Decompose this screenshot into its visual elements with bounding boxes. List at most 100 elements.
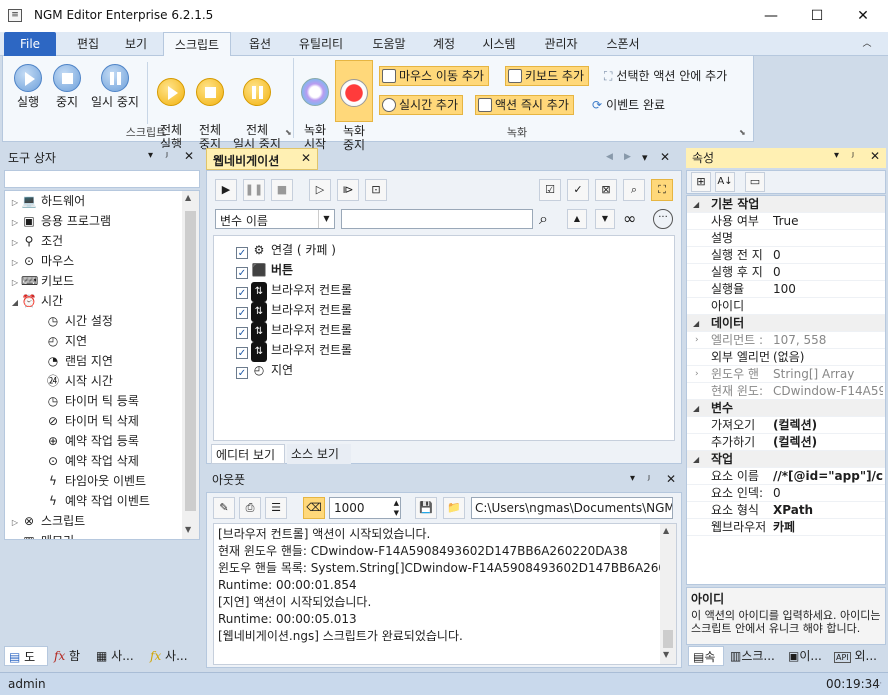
expand-open-icon[interactable]: ◢ bbox=[693, 451, 699, 468]
property-category[interactable]: ◢ 변수 bbox=[687, 400, 885, 417]
menu-account[interactable]: 계정 bbox=[424, 32, 464, 56]
action-row[interactable]: ✓ ⚙ 연결 ( 카페 ) bbox=[236, 240, 674, 260]
close-panel-icon[interactable]: ✕ bbox=[870, 149, 880, 163]
property-row[interactable]: 요소 이름 //*[@id="app"]/c bbox=[687, 468, 885, 485]
property-value[interactable]: 100 bbox=[773, 281, 883, 298]
tab-image[interactable]: ▣이... bbox=[784, 646, 828, 666]
action-checkbox[interactable]: ✓ bbox=[236, 327, 248, 339]
expand-closed-icon[interactable]: ▷ bbox=[9, 513, 21, 533]
property-row[interactable]: 외부 엘리먼 (없음) bbox=[687, 349, 885, 366]
immediate-add-button[interactable]: 액션 즉시 추가 bbox=[475, 95, 574, 115]
tab-source-view[interactable]: 소스 보기 bbox=[287, 444, 351, 464]
property-row[interactable]: 요소 형식 XPath bbox=[687, 502, 885, 519]
record-stop-button[interactable]: 녹화 중지 bbox=[335, 60, 373, 152]
menu-script[interactable]: 스크립트 bbox=[163, 32, 231, 57]
property-row[interactable]: 실행 전 지 0 bbox=[687, 247, 885, 264]
property-pages-icon[interactable]: ▭ bbox=[745, 172, 765, 192]
property-row[interactable]: 실행율 100 bbox=[687, 281, 885, 298]
pin-icon[interactable]: ᴶ bbox=[166, 150, 168, 163]
pause-button[interactable]: 일시 중지 bbox=[87, 64, 143, 109]
toolbox-item[interactable]: ▷ ▣ 응용 프로그램 bbox=[5, 211, 199, 231]
action-checkbox[interactable]: ✓ bbox=[236, 247, 248, 259]
pin-icon[interactable]: ᴶ bbox=[648, 473, 650, 486]
stop-script-button[interactable]: ■ bbox=[271, 179, 293, 201]
expand-closed-icon[interactable]: ▷ bbox=[9, 533, 21, 539]
toolbox-item[interactable]: ▷ ⊗ 스크립트 bbox=[5, 511, 199, 531]
output-limit-stepper[interactable]: 1000 ▲ ▼ bbox=[329, 497, 401, 519]
sort-az-icon[interactable]: A↓ bbox=[715, 172, 735, 192]
expand-closed-icon[interactable]: ▷ bbox=[9, 253, 21, 273]
scroll-down-icon[interactable]: ▼ bbox=[663, 650, 669, 659]
action-row[interactable]: ✓ ⇅ 브라우저 컨트롤 bbox=[236, 320, 674, 342]
more-icon[interactable]: ··· bbox=[653, 209, 673, 229]
dropdown-arrow-icon[interactable]: ▾ bbox=[834, 150, 839, 161]
property-value[interactable]: String[] Array bbox=[773, 366, 883, 383]
scroll-up-icon[interactable]: ▲ bbox=[185, 193, 191, 202]
move-up-button[interactable]: ▲ bbox=[567, 209, 587, 229]
tab-external[interactable]: API 외... bbox=[830, 646, 886, 666]
clear-output-button[interactable]: ✎ bbox=[213, 497, 235, 519]
dialog-launcher-icon[interactable]: ⬊ bbox=[285, 128, 292, 137]
tree-view-button[interactable]: ⛶ bbox=[651, 179, 673, 201]
toolbox-item[interactable]: ◴ 지연 bbox=[5, 331, 199, 351]
event-done-button[interactable]: ⟳ 이벤트 완료 bbox=[589, 95, 670, 115]
property-value[interactable]: XPath bbox=[773, 502, 883, 519]
toolbox-item[interactable]: ▷▦ 메모리 bbox=[5, 531, 199, 539]
close-panel-icon[interactable]: ✕ bbox=[666, 472, 676, 486]
menu-admin[interactable]: 관리자 bbox=[534, 32, 588, 56]
save-button[interactable]: 💾 bbox=[415, 497, 437, 519]
categorized-icon[interactable]: ⊞ bbox=[691, 172, 711, 192]
toolbox-scrollbar[interactable]: ▲ ▼ bbox=[182, 191, 199, 539]
doc-list-icon[interactable]: ▾ bbox=[642, 151, 648, 164]
toolbox-item[interactable]: ⊙ 예약 작업 삭제 bbox=[5, 451, 199, 471]
menu-help[interactable]: 도움말 bbox=[362, 32, 416, 56]
expand-closed-icon[interactable]: › bbox=[695, 332, 699, 349]
property-row[interactable]: 요소 인덱: 0 bbox=[687, 485, 885, 502]
close-button[interactable]: ✕ bbox=[840, 0, 886, 32]
tab-user-function[interactable]: fx 사... bbox=[146, 646, 200, 666]
search-button[interactable]: ⌕ bbox=[623, 179, 645, 201]
action-row[interactable]: ✓ ⇅ 브라우저 컨트롤 bbox=[236, 280, 674, 302]
expand-open-icon[interactable]: ◢ bbox=[693, 196, 699, 213]
tab-user[interactable]: ▦ 사... bbox=[92, 646, 144, 666]
expand-closed-icon[interactable]: ▷ bbox=[9, 213, 21, 233]
toolbox-item[interactable]: ▷ ⚲ 조건 bbox=[5, 231, 199, 251]
maximize-button[interactable]: ☐ bbox=[794, 0, 840, 32]
step-over-button[interactable]: ⊡ bbox=[365, 179, 387, 201]
action-row[interactable]: ✓ ⇅ 브라우저 컨트롤 bbox=[236, 300, 674, 322]
folder-button[interactable]: 📁 bbox=[443, 497, 465, 519]
property-value[interactable]: 0 bbox=[773, 264, 883, 281]
variable-value-input[interactable] bbox=[341, 209, 533, 229]
scroll-tabs-right-icon[interactable]: ▶ bbox=[624, 152, 631, 162]
property-value[interactable]: 107, 558 bbox=[773, 332, 883, 349]
action-checkbox[interactable]: ✓ bbox=[236, 347, 248, 359]
output-path-input[interactable]: C:\Users\ngmas\Documents\NGM6\ bbox=[471, 497, 673, 519]
output-file-button[interactable]: ⎙ bbox=[239, 497, 261, 519]
pause-script-button[interactable]: ❚❚ bbox=[243, 179, 265, 201]
toolbox-item[interactable]: ▷ 💻 하드웨어 bbox=[5, 191, 199, 211]
check-all-button[interactable]: ☑ bbox=[539, 179, 561, 201]
eraser-button[interactable]: ⌫ bbox=[303, 497, 325, 519]
property-row[interactable]: 웹브라우저 카페 bbox=[687, 519, 885, 536]
toolbox-item[interactable]: ◷ 시간 설정 bbox=[5, 311, 199, 331]
step-button[interactable]: ▷ bbox=[309, 179, 331, 201]
realtime-add-button[interactable]: 실시간 추가 bbox=[379, 95, 464, 115]
ribbon-collapse-icon[interactable]: ︿ bbox=[860, 37, 874, 51]
property-row[interactable]: 사용 여부 True bbox=[687, 213, 885, 230]
keyboard-add-button[interactable]: 키보드 추가 bbox=[505, 66, 590, 86]
delete-button[interactable]: ⊠ bbox=[595, 179, 617, 201]
infinity-icon[interactable]: ∞ bbox=[623, 209, 636, 228]
action-row[interactable]: ✓ ⬛ 버튼 bbox=[236, 260, 674, 280]
move-down-button[interactable]: ▼ bbox=[595, 209, 615, 229]
stepper-up-icon[interactable]: ▲ bbox=[394, 498, 399, 508]
menu-options[interactable]: 옵션 bbox=[238, 32, 282, 56]
check-button[interactable]: ✓ bbox=[567, 179, 589, 201]
close-doc-icon[interactable]: ✕ bbox=[660, 150, 670, 164]
pin-icon[interactable]: ᴶ bbox=[852, 150, 854, 163]
action-checkbox[interactable]: ✓ bbox=[236, 367, 248, 379]
expand-open-icon[interactable]: ◢ bbox=[693, 315, 699, 332]
mouse-move-add-button[interactable]: 마우스 이동 추가 bbox=[379, 66, 489, 86]
property-row[interactable]: 추가하기 (컬렉션) bbox=[687, 434, 885, 451]
property-value[interactable]: CDwindow-F14A590 bbox=[773, 383, 883, 400]
property-row[interactable]: › 윈도우 핸 String[] Array bbox=[687, 366, 885, 383]
